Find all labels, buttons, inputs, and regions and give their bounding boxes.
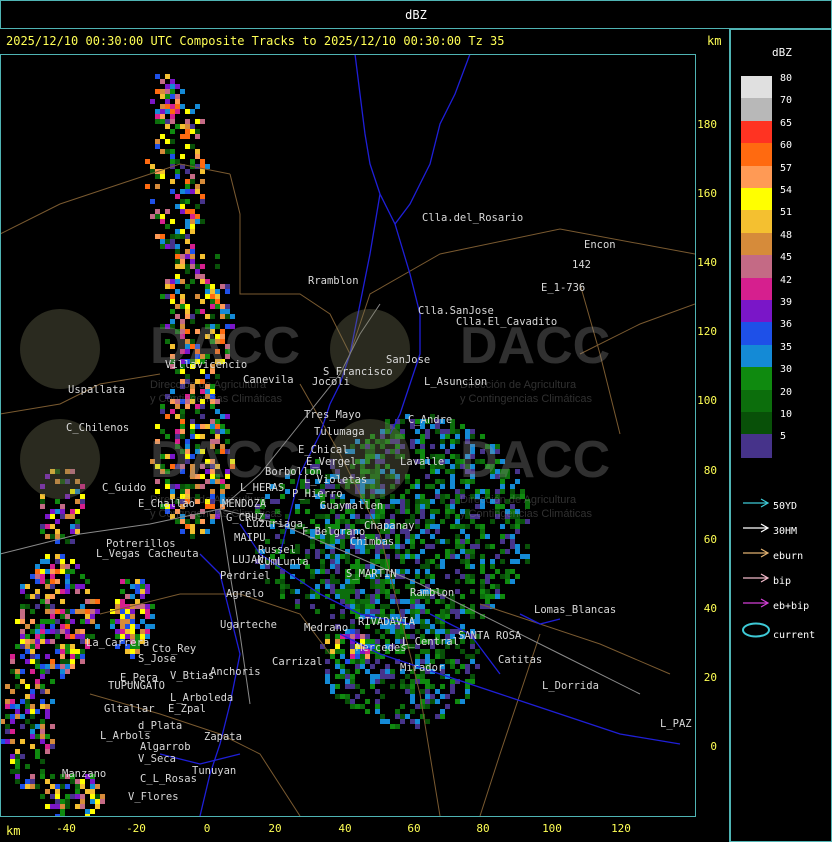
legend-swatch-20	[741, 389, 772, 413]
track-legend-label: 30HM	[773, 526, 798, 537]
track-legend-item: eburn	[741, 547, 803, 562]
legend-swatch-70	[741, 98, 772, 122]
track-legend-label: bip	[773, 576, 792, 587]
legend-level-label: 20	[780, 386, 793, 398]
header-title: dBZ	[405, 8, 427, 22]
legend-swatch-35	[741, 344, 772, 369]
legend-swatch-65	[741, 120, 772, 145]
track-legend-label: eb+bip	[773, 601, 810, 612]
y-tick: 0	[710, 740, 717, 753]
legend-swatch-57	[741, 165, 772, 189]
y-tick: 100	[697, 394, 717, 407]
legend-level-label: 42	[780, 274, 793, 286]
legend-level-label: 60	[780, 140, 793, 152]
legend-level-label: 54	[780, 185, 793, 196]
track-legend-item: bip	[741, 572, 791, 587]
legend-swatch-51	[741, 210, 772, 234]
x-tick: 60	[407, 822, 421, 835]
km-label-bottom: km	[6, 824, 21, 838]
track-legend-item: 30HM	[741, 522, 797, 537]
legend-level-label: 57	[780, 162, 793, 174]
x-tick: 100	[542, 822, 562, 835]
arrow-right-icon	[741, 547, 773, 562]
y-tick: 120	[697, 325, 717, 338]
y-tick: 20	[703, 671, 717, 684]
y-tick: 160	[697, 187, 717, 200]
legend-level-label: 80	[780, 73, 793, 84]
x-tick: 0	[203, 822, 211, 835]
legend-swatch-39	[741, 300, 772, 324]
legend-swatch-42	[741, 277, 772, 301]
legend-swatch-60	[741, 143, 772, 167]
legend-swatch-10	[741, 412, 772, 436]
x-tick: 20	[268, 822, 282, 835]
track-legend-item: 50YD	[741, 497, 797, 512]
y-tick: 40	[703, 602, 717, 615]
legend-level-label: 36	[780, 319, 793, 331]
legend-level-label: 45	[780, 252, 793, 264]
x-tick: -40	[56, 822, 76, 835]
header-bar: dBZ	[0, 0, 832, 29]
y-tick: 60	[703, 533, 717, 546]
legend-level-label: 5	[780, 431, 787, 443]
legend-level-label: 30	[780, 364, 793, 376]
legend-level-label: 10	[780, 409, 793, 420]
track-legend-item: eb+bip	[741, 597, 809, 612]
x-tick: -20	[126, 822, 146, 835]
y-tick: 80	[703, 464, 717, 477]
x-tick: 40	[338, 822, 352, 835]
arrow-right-icon	[741, 597, 773, 612]
track-legend-item: current	[741, 622, 815, 641]
y-tick: 140	[697, 256, 717, 269]
legend-swatch-80	[741, 76, 772, 100]
legend-level-label: 65	[780, 117, 793, 129]
legend-swatch-48	[741, 232, 772, 257]
plot-border	[0, 54, 696, 817]
y-tick: 180	[697, 118, 717, 131]
legend-level-label: 70	[780, 95, 793, 107]
track-legend-label: 50YD	[773, 501, 798, 512]
track-legend-label: eburn	[773, 551, 804, 562]
arrow-right-icon	[741, 522, 773, 537]
legend-swatch-5	[741, 434, 772, 458]
arrow-right-icon	[741, 572, 773, 587]
legend-swatch-45	[741, 255, 772, 279]
arrow-right-icon	[741, 497, 773, 512]
x-tick: 120	[611, 822, 631, 835]
ellipse-icon	[741, 622, 773, 641]
legend-swatch-54	[741, 188, 772, 212]
x-tick: 80	[476, 822, 490, 835]
legend-level-label: 48	[780, 229, 793, 241]
legend-swatch-30	[741, 367, 772, 391]
legend-level-label: 35	[780, 341, 793, 353]
km-label-top: km	[707, 34, 722, 48]
plot-title: 2025/12/10 00:30:00 UTC Composite Tracks…	[6, 34, 505, 48]
legend-swatch-36	[741, 322, 772, 346]
legend-level-label: 39	[780, 297, 793, 308]
legend-title: dBZ	[772, 46, 792, 59]
track-legend-label: current	[773, 630, 816, 641]
legend-level-label: 51	[780, 207, 793, 219]
